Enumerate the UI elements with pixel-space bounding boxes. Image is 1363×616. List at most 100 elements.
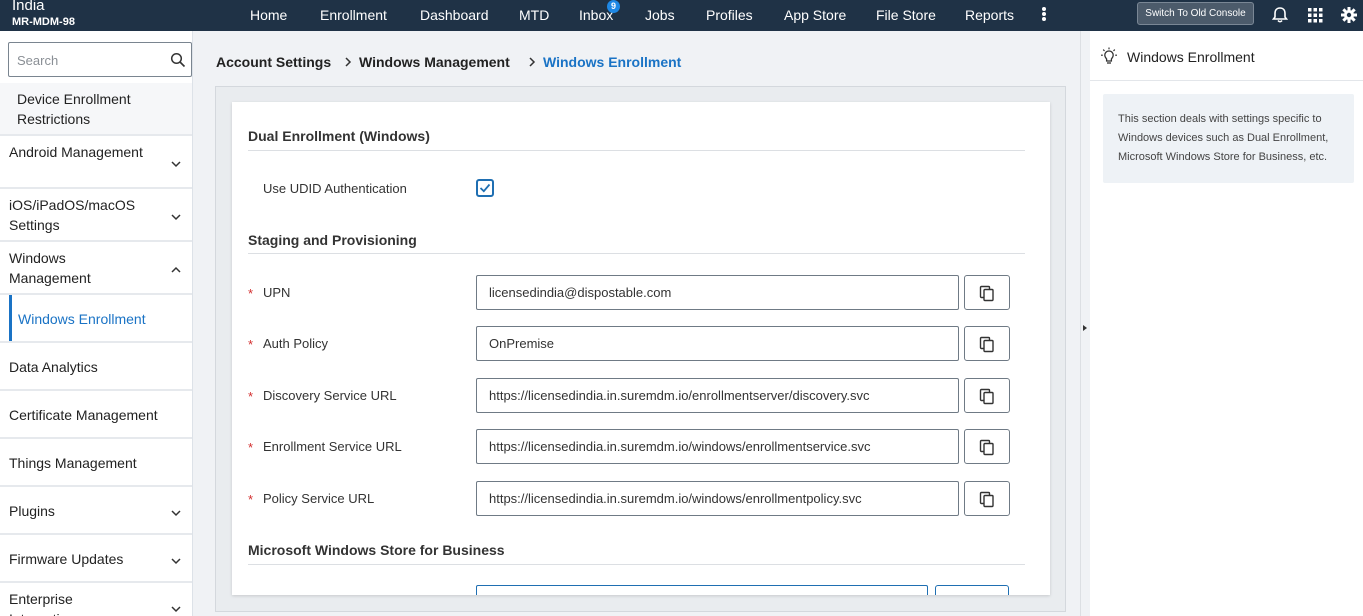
copy-discovery-url-button[interactable] <box>964 378 1010 413</box>
nav-profiles[interactable]: Profiles <box>706 7 753 23</box>
inbox-count-badge: 9 <box>607 0 620 13</box>
nav-reports[interactable]: Reports <box>965 7 1014 23</box>
nav-enrollment[interactable]: Enrollment <box>320 7 387 23</box>
required-asterisk: * <box>248 389 254 404</box>
copy-icon <box>979 285 994 302</box>
sidebar-item-label: Windows Management <box>9 250 91 286</box>
sidebar-item-certificate-management[interactable]: Certificate Management <box>0 391 192 439</box>
chevron-down-icon <box>171 161 181 168</box>
switch-to-old-console-button[interactable]: Switch To Old Console <box>1137 2 1254 25</box>
section-divider <box>248 150 1025 151</box>
breadcrumb-windows-management[interactable]: Windows Management <box>359 54 510 70</box>
chevron-down-icon <box>171 558 181 565</box>
sidebar-item-things-management[interactable]: Things Management <box>0 439 192 487</box>
copy-policy-url-button[interactable] <box>964 481 1010 516</box>
windows-store-field[interactable] <box>476 585 928 595</box>
required-asterisk: * <box>248 286 254 301</box>
staging-provisioning-title: Staging and Provisioning <box>248 232 417 248</box>
sidebar-item-android-management[interactable]: Android Management <box>0 136 192 189</box>
chevron-down-icon <box>171 606 181 613</box>
section-divider <box>248 253 1025 254</box>
enrollment-service-url-field[interactable]: https://licensedindia.in.suremdm.io/wind… <box>476 429 959 464</box>
sidebar-item-device-enrollment-restrictions[interactable]: Device Enrollment Restrictions <box>0 83 192 136</box>
nav-app-store[interactable]: App Store <box>784 7 846 23</box>
top-navigation-bar: India MR-MDM-98 Home Enrollment Dashboar… <box>0 0 1363 31</box>
sidebar-search-input[interactable] <box>17 50 167 70</box>
sidebar-item-label: Device Enrollment Restrictions <box>17 91 131 127</box>
org-id: MR-MDM-98 <box>12 16 75 28</box>
upn-label: UPN <box>263 285 291 300</box>
settings-sidebar: Device Enrollment Restrictions Android M… <box>0 31 193 616</box>
udid-auth-checkbox[interactable] <box>476 179 494 197</box>
sidebar-item-label: Firmware Updates <box>9 551 124 567</box>
sidebar-item-label: Plugins <box>9 503 55 519</box>
sidebar-item-ios-settings[interactable]: iOS/iPadOS/macOS Settings <box>0 189 192 242</box>
help-description-text: This section deals with settings specifi… <box>1118 113 1329 163</box>
settings-gear-icon[interactable] <box>1339 5 1359 25</box>
sidebar-item-windows-management[interactable]: Windows Management <box>0 242 192 295</box>
help-panel-collapse-handle[interactable] <box>1080 31 1090 616</box>
sidebar-item-label: Things Management <box>9 455 137 471</box>
copy-icon <box>979 439 994 456</box>
copy-upn-button[interactable] <box>964 275 1010 310</box>
sidebar-item-label: Windows Enrollment <box>18 311 146 327</box>
sidebar-item-label: iOS/iPadOS/macOS Settings <box>9 197 136 233</box>
nav-jobs[interactable]: Jobs <box>645 7 675 23</box>
chevron-right-icon <box>345 57 352 67</box>
lightbulb-icon <box>1101 47 1117 64</box>
discovery-service-url-field[interactable]: https://licensedindia.in.suremdm.io/enro… <box>476 378 959 413</box>
windows-store-button[interactable] <box>935 585 1009 595</box>
copy-icon <box>979 491 994 508</box>
policy-service-url-field[interactable]: https://licensedindia.in.suremdm.io/wind… <box>476 481 959 516</box>
nav-file-store[interactable]: File Store <box>876 7 936 23</box>
chevron-down-icon <box>171 510 181 517</box>
breadcrumb-account-settings[interactable]: Account Settings <box>216 54 331 70</box>
discovery-service-url-label: Discovery Service URL <box>263 388 397 403</box>
auth-policy-field[interactable]: OnPremise <box>476 326 959 361</box>
nav-mtd[interactable]: MTD <box>519 7 549 23</box>
collapse-arrow-icon <box>1083 325 1087 331</box>
help-panel: Windows Enrollment This section deals wi… <box>1090 31 1363 616</box>
more-menu-icon[interactable] <box>1037 6 1051 24</box>
windows-enrollment-form: Dual Enrollment (Windows) Use UDID Authe… <box>232 102 1050 595</box>
sidebar-item-label: Data Analytics <box>9 359 98 375</box>
dual-enrollment-title: Dual Enrollment (Windows) <box>248 128 430 144</box>
auth-policy-label: Auth Policy <box>263 336 329 351</box>
search-icon[interactable] <box>170 52 186 68</box>
copy-icon <box>979 336 994 353</box>
sidebar-item-plugins[interactable]: Plugins <box>0 487 192 535</box>
sidebar-search[interactable] <box>8 42 192 77</box>
sidebar-item-label: Certificate Management <box>9 407 158 423</box>
nav-home[interactable]: Home <box>250 7 287 23</box>
required-asterisk: * <box>248 337 254 352</box>
copy-icon <box>979 388 994 405</box>
apps-grid-icon[interactable] <box>1305 5 1325 25</box>
copy-auth-policy-button[interactable] <box>964 326 1010 361</box>
chevron-right-icon <box>529 57 536 67</box>
section-divider <box>248 564 1025 565</box>
enrollment-service-url-label: Enrollment Service URL <box>263 439 402 454</box>
notification-bell-icon[interactable] <box>1270 5 1290 25</box>
help-panel-title: Windows Enrollment <box>1127 49 1255 65</box>
chevron-up-icon <box>171 266 181 273</box>
sidebar-item-enterprise-integrations[interactable]: Enterprise Integrations <box>0 583 192 616</box>
required-asterisk: * <box>248 492 254 507</box>
windows-store-title: Microsoft Windows Store for Business <box>248 542 505 558</box>
copy-enrollment-url-button[interactable] <box>964 429 1010 464</box>
sidebar-item-data-analytics[interactable]: Data Analytics <box>0 343 192 391</box>
sidebar-item-firmware-updates[interactable]: Firmware Updates <box>0 535 192 583</box>
upn-field[interactable]: licensedindia@dispostable.com <box>476 275 959 310</box>
sidebar-item-label: Android Management <box>9 144 143 160</box>
help-description-box: This section deals with settings specifi… <box>1103 94 1354 183</box>
sidebar-item-label: Enterprise Integrations <box>9 591 82 616</box>
help-panel-header: Windows Enrollment <box>1090 31 1363 81</box>
udid-auth-label: Use UDID Authentication <box>263 181 407 196</box>
chevron-down-icon <box>171 214 181 221</box>
policy-service-url-label: Policy Service URL <box>263 491 375 506</box>
nav-dashboard[interactable]: Dashboard <box>420 7 489 23</box>
checkmark-icon <box>479 183 491 193</box>
sidebar-item-windows-enrollment[interactable]: Windows Enrollment <box>0 295 192 343</box>
breadcrumb-windows-enrollment: Windows Enrollment <box>543 54 682 70</box>
active-indicator <box>9 295 12 341</box>
org-name: India <box>12 0 45 14</box>
